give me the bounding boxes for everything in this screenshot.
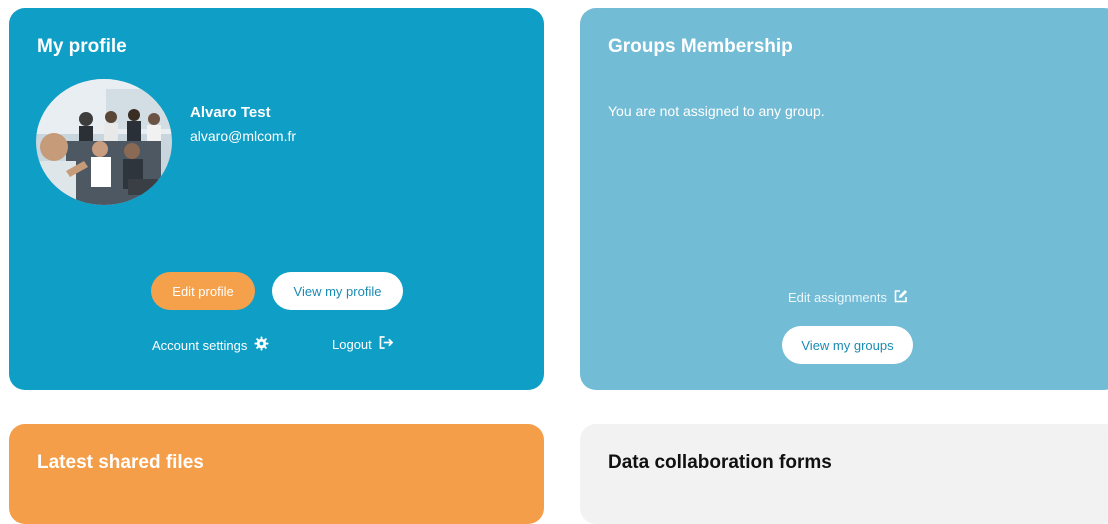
edit-assignments-link[interactable]: Edit assignments	[788, 289, 908, 306]
edit-assignments-label: Edit assignments	[788, 290, 887, 305]
my-profile-card: My profile Alvaro Test alvaro@mlcom.fr E…	[9, 8, 544, 390]
user-name: Alvaro Test	[190, 104, 271, 121]
data-collaboration-forms-title: Data collaboration forms	[608, 452, 832, 473]
my-profile-title: My profile	[37, 36, 127, 57]
groups-membership-card: Groups Membership You are not assigned t…	[580, 8, 1108, 390]
groups-membership-title: Groups Membership	[608, 36, 793, 57]
latest-shared-files-title: Latest shared files	[37, 452, 204, 473]
user-email: alvaro@mlcom.fr	[190, 128, 297, 144]
logout-icon	[379, 336, 394, 352]
avatar-photo	[36, 79, 172, 205]
edit-icon	[894, 289, 908, 306]
logout-link[interactable]: Logout	[332, 336, 394, 352]
account-settings-label: Account settings	[152, 337, 248, 353]
edit-profile-button[interactable]: Edit profile	[151, 272, 255, 310]
view-my-profile-button[interactable]: View my profile	[272, 272, 403, 310]
latest-shared-files-card: Latest shared files	[9, 424, 544, 524]
logout-label: Logout	[332, 336, 372, 352]
view-my-groups-button[interactable]: View my groups	[782, 326, 913, 364]
account-settings-link[interactable]: Account settings	[152, 336, 269, 354]
gear-icon	[254, 336, 269, 354]
no-groups-message: You are not assigned to any group.	[608, 103, 825, 119]
avatar	[36, 79, 172, 205]
data-collaboration-forms-card: Data collaboration forms	[580, 424, 1108, 524]
